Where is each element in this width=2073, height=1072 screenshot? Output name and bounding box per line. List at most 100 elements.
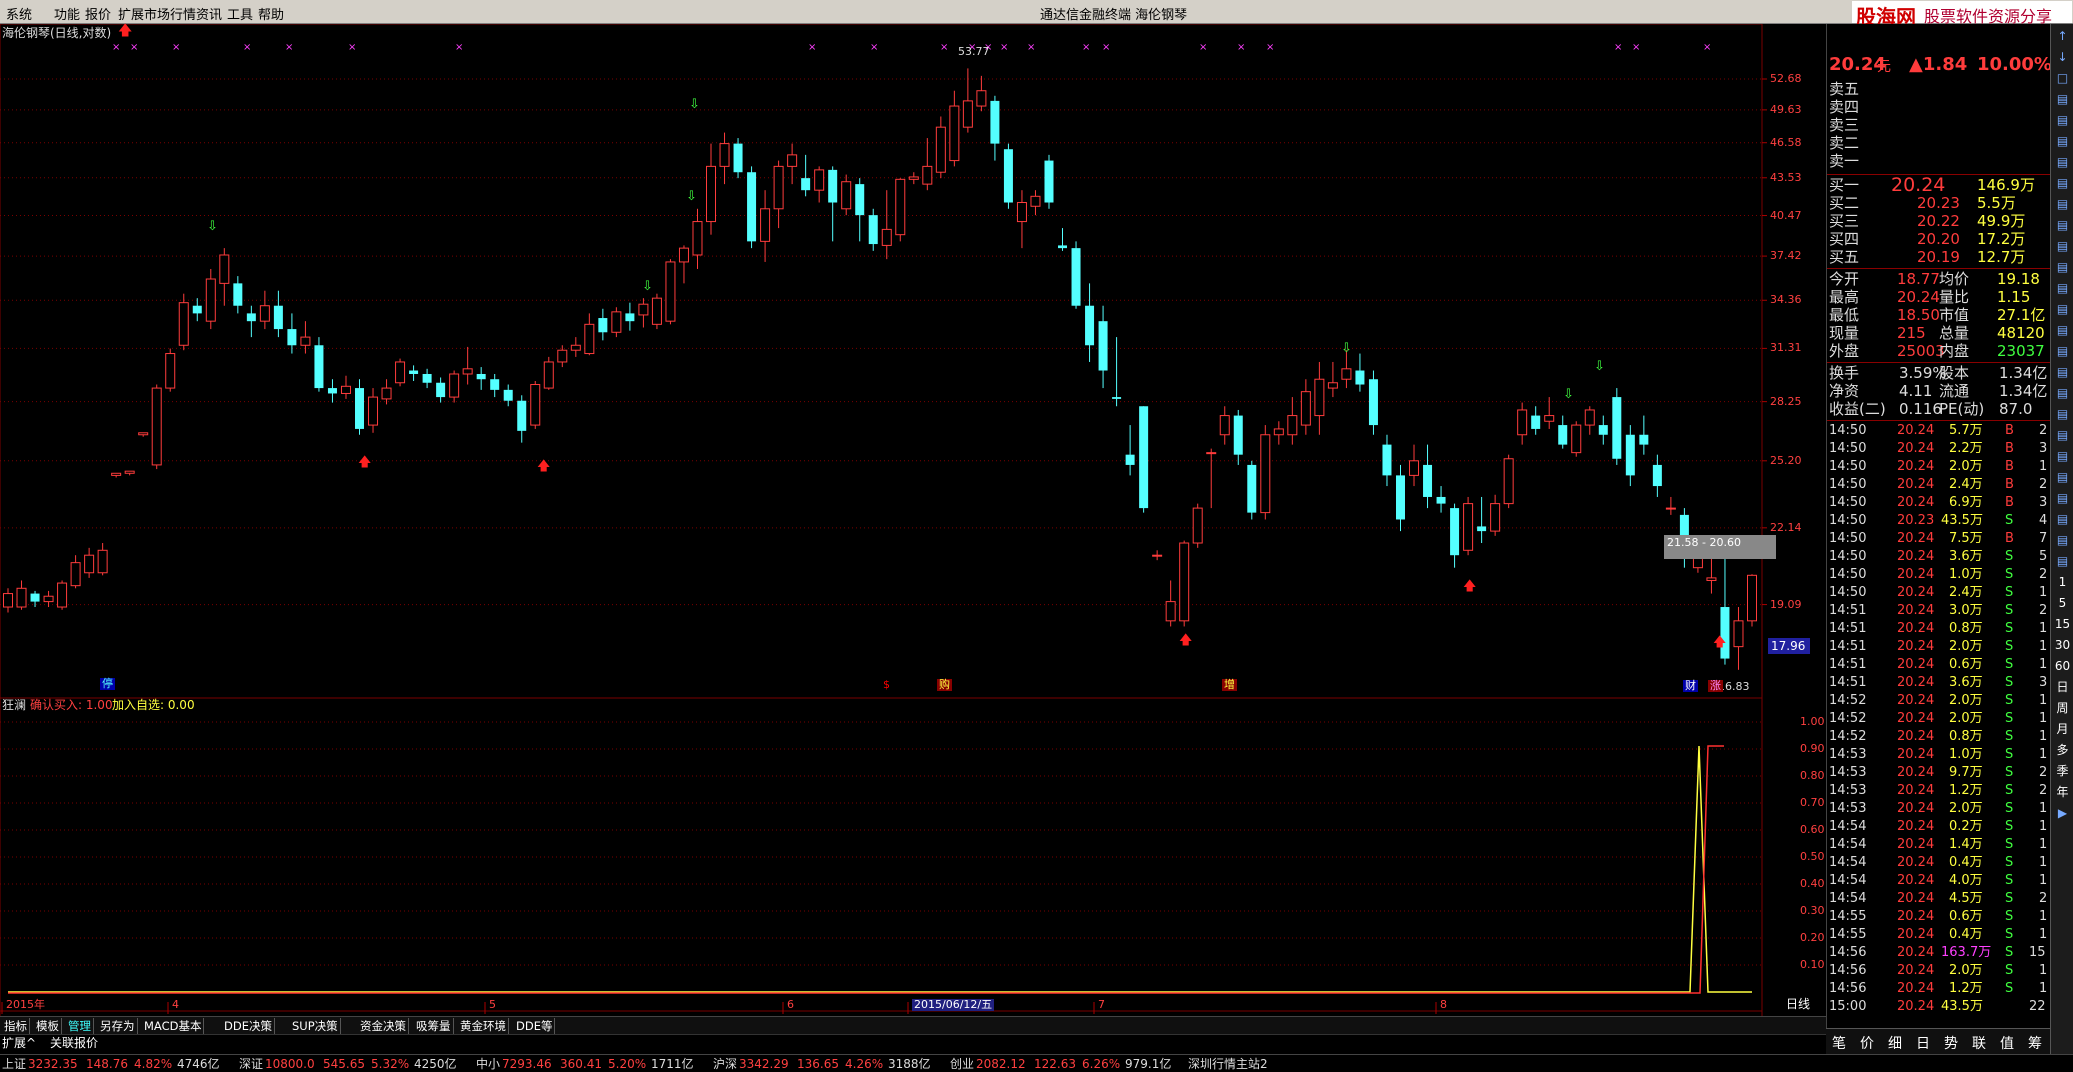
quote-tab-0[interactable]: 笔 bbox=[1832, 1033, 1846, 1053]
toolbar-button[interactable]: ▤ bbox=[2053, 110, 2072, 130]
toolbar-button[interactable]: 月 bbox=[2053, 719, 2072, 739]
green-down-arrow-icon: ⇩ bbox=[1563, 387, 1574, 402]
tab-7[interactable]: 资金决策 bbox=[358, 1018, 409, 1034]
trade-volume: 1.2万 bbox=[1949, 783, 1983, 798]
menu-item-analysis[interactable]: 扩展市场行情 bbox=[118, 4, 196, 23]
kline-chart-area[interactable]: × × × × × × × × × × × × × × × × × × × × × × ⇩ ⇩ ⇩ ⇩ ⇩ ⇩ ⇩ 🡅 🡅 🡅 🡅 🡅 海伦钢琴(… bbox=[0, 24, 1826, 1054]
toolbar-button[interactable]: ▤ bbox=[2053, 152, 2072, 172]
trade-side: B bbox=[2005, 531, 2014, 546]
toolbar-button[interactable]: ▤ bbox=[2053, 404, 2072, 424]
toolbar-button[interactable]: ▤ bbox=[2053, 194, 2072, 214]
trade-time: 14:52 bbox=[1829, 693, 1867, 708]
candle-body bbox=[1300, 391, 1311, 426]
toolbar-button[interactable]: 60 bbox=[2053, 656, 2072, 676]
date-axis-label: 8 bbox=[1440, 998, 1447, 1011]
event-label[interactable]: 涨 bbox=[1708, 680, 1723, 692]
toolbar-button[interactable]: 1 bbox=[2053, 572, 2072, 592]
toolbar-button[interactable]: ▤ bbox=[2053, 446, 2072, 466]
toolbar-button[interactable]: ▤ bbox=[2053, 488, 2072, 508]
extended-tab-0[interactable]: 扩展^ bbox=[2, 1037, 36, 1049]
index-name[interactable]: 创业 bbox=[950, 1056, 974, 1072]
trade-time: 14:50 bbox=[1829, 567, 1867, 582]
toolbar-button[interactable]: ▤ bbox=[2053, 173, 2072, 193]
toolbar-button[interactable]: ▤ bbox=[2053, 299, 2072, 319]
candle-body bbox=[733, 143, 743, 173]
top-marker-x: × bbox=[1199, 42, 1207, 53]
toolbar-button[interactable]: 30 bbox=[2053, 635, 2072, 655]
stat-key: 净资 bbox=[1829, 382, 1860, 400]
toolbar-button[interactable]: 15 bbox=[2053, 614, 2072, 634]
tab-1[interactable]: 模板 bbox=[34, 1018, 62, 1034]
menu-item-system[interactable]: 系统 bbox=[6, 4, 32, 23]
toolbar-button[interactable]: ▤ bbox=[2053, 131, 2072, 151]
toolbar-button[interactable]: ▤ bbox=[2053, 551, 2072, 571]
trade-price: 20.24 bbox=[1897, 711, 1935, 726]
toolbar-button[interactable]: ↓ bbox=[2053, 47, 2072, 67]
candle-body bbox=[422, 373, 432, 383]
quote-tab-7[interactable]: 筹 bbox=[2028, 1033, 2042, 1053]
toolbar-button[interactable]: 周 bbox=[2053, 698, 2072, 718]
quote-tab-6[interactable]: 值 bbox=[2000, 1033, 2014, 1053]
toolbar-button[interactable]: ▤ bbox=[2053, 341, 2072, 361]
quote-tab-3[interactable]: 日 bbox=[1916, 1033, 1930, 1053]
toolbar-button[interactable]: 日 bbox=[2053, 677, 2072, 697]
period-label[interactable]: 日线 bbox=[1786, 998, 1810, 1010]
extended-tab-1[interactable]: 关联报价 bbox=[50, 1037, 98, 1049]
candle-body bbox=[1490, 503, 1501, 532]
current-price-box: 17.96 bbox=[1768, 638, 1810, 654]
quote-tab-1[interactable]: 价 bbox=[1860, 1033, 1874, 1053]
index-name[interactable]: 上证 bbox=[2, 1056, 26, 1072]
toolbar-button[interactable]: 多 bbox=[2053, 740, 2072, 760]
toolbar-button[interactable]: ▤ bbox=[2053, 278, 2072, 298]
tab-3[interactable]: 另存为 bbox=[98, 1018, 138, 1034]
event-label[interactable]: 停 bbox=[100, 678, 115, 690]
menu-item-help[interactable]: 帮助 bbox=[258, 4, 284, 23]
quote-tab-2[interactable]: 细 bbox=[1888, 1033, 1902, 1053]
toolbar-button[interactable]: ▤ bbox=[2053, 257, 2072, 277]
menu-item-news[interactable]: 资讯 bbox=[196, 4, 222, 23]
trade-side: S bbox=[2005, 567, 2014, 582]
index-name[interactable]: 沪深 bbox=[713, 1056, 737, 1072]
toolbar-button[interactable]: ▤ bbox=[2053, 89, 2072, 109]
event-label[interactable]: $ bbox=[881, 679, 892, 691]
toolbar-button[interactable]: ▤ bbox=[2053, 320, 2072, 340]
tab-5[interactable]: DDE决策 bbox=[222, 1018, 275, 1034]
red-up-arrow-icon: 🡅 bbox=[118, 23, 133, 39]
index-name[interactable]: 中小 bbox=[476, 1056, 500, 1072]
tab-0[interactable]: 指标 bbox=[2, 1018, 30, 1034]
toolbar-button[interactable]: ▤ bbox=[2053, 236, 2072, 256]
quote-tab-4[interactable]: 势 bbox=[1944, 1033, 1958, 1053]
toolbar-button[interactable]: 季 bbox=[2053, 761, 2072, 781]
buy-level-price: 20.24 bbox=[1891, 174, 1946, 196]
trade-side: S bbox=[2005, 603, 2014, 618]
toolbar-button[interactable]: ▶ bbox=[2053, 803, 2072, 823]
toolbar-button[interactable]: 年 bbox=[2053, 782, 2072, 802]
tab-9[interactable]: 黄金环境 bbox=[458, 1018, 509, 1034]
toolbar-button[interactable]: 5 bbox=[2053, 593, 2072, 613]
toolbar-button[interactable]: ▤ bbox=[2053, 509, 2072, 529]
tab-10[interactable]: DDE等 bbox=[514, 1018, 556, 1034]
tab-4[interactable]: MACD基本 bbox=[142, 1018, 205, 1034]
trade-price: 20.24 bbox=[1897, 549, 1935, 564]
menu-item-function[interactable]: 功能 bbox=[54, 4, 80, 23]
toolbar-button[interactable]: ▤ bbox=[2053, 215, 2072, 235]
event-label[interactable]: 财 bbox=[1683, 680, 1698, 692]
toolbar-button[interactable]: ↑ bbox=[2053, 26, 2072, 46]
toolbar-button[interactable]: ▤ bbox=[2053, 362, 2072, 382]
toolbar-button[interactable]: ▤ bbox=[2053, 467, 2072, 487]
trade-count: 1 bbox=[2039, 873, 2048, 888]
trade-volume: 1.2万 bbox=[1949, 981, 1983, 996]
toolbar-button[interactable]: ▤ bbox=[2053, 383, 2072, 403]
index-name[interactable]: 深证 bbox=[239, 1056, 263, 1072]
tab-8[interactable]: 吸筹量 bbox=[414, 1018, 454, 1034]
tab-2[interactable]: 管理 bbox=[66, 1018, 94, 1034]
toolbar-button[interactable]: □ bbox=[2053, 68, 2072, 88]
toolbar-button[interactable]: ▤ bbox=[2053, 425, 2072, 445]
menu-item-tools[interactable]: 工具 bbox=[227, 4, 253, 23]
quote-tab-5[interactable]: 联 bbox=[1972, 1033, 1986, 1053]
event-label[interactable]: 购 bbox=[937, 679, 952, 691]
tab-6[interactable]: SUP决策 bbox=[290, 1018, 341, 1034]
toolbar-button[interactable]: ▤ bbox=[2053, 530, 2072, 550]
event-label[interactable]: 增 bbox=[1222, 679, 1237, 691]
menu-item-quotes[interactable]: 报价 bbox=[85, 4, 111, 23]
